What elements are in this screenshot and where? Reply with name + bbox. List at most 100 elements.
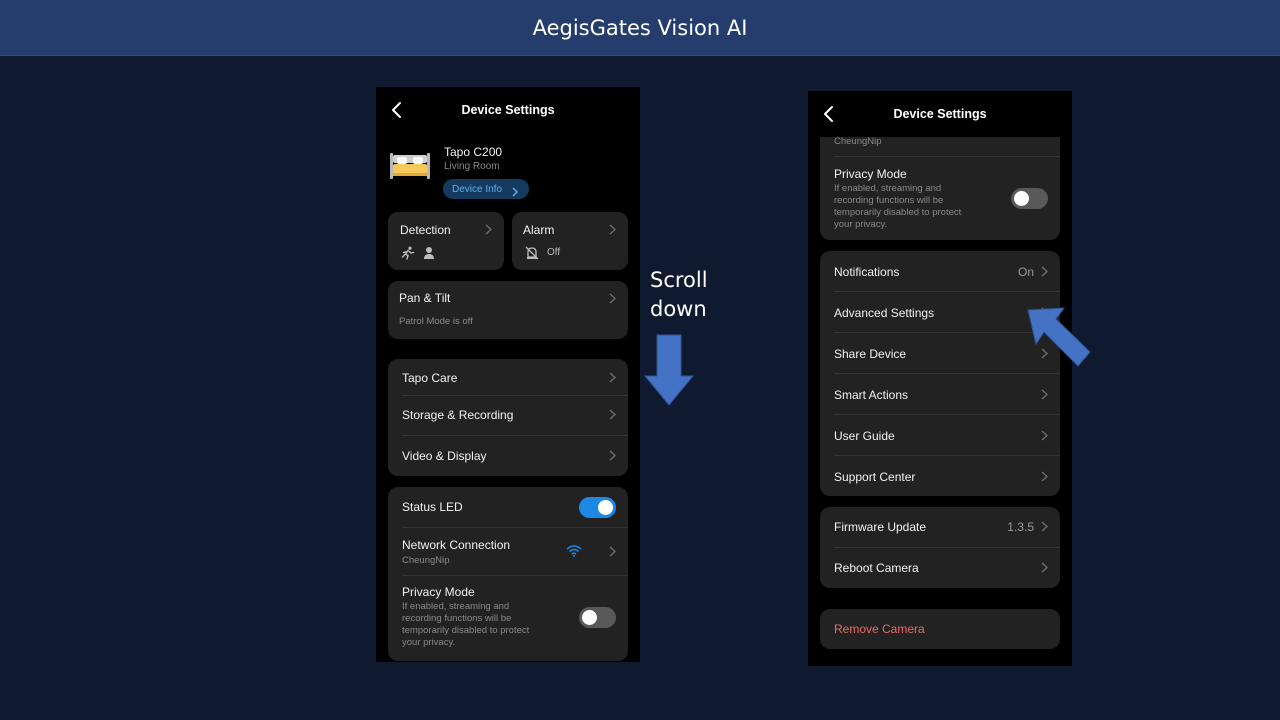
menu-item-value: On — [1017, 265, 1034, 279]
menu-item-advanced-settings[interactable]: Advanced Settings — [820, 292, 1060, 333]
privacy-mode-label: Privacy Mode — [402, 585, 475, 599]
firmware-update-row[interactable]: Firmware Update 1.3.5 — [820, 507, 1060, 547]
menu-item-storage-recording[interactable]: Storage & Recording — [388, 396, 628, 434]
header-banner: AegisGates Vision AI — [0, 0, 1280, 56]
menu-item-label: Video & Display — [402, 449, 487, 463]
privacy-description-line: your privacy. — [834, 219, 888, 230]
menu-item-user-guide[interactable]: User Guide — [820, 415, 1060, 456]
pan-tilt-card[interactable]: Pan & Tilt Patrol Mode is off — [388, 281, 628, 339]
menu-item-label: User Guide — [834, 428, 895, 443]
privacy-description-line: If enabled, streaming and — [834, 183, 942, 194]
settings-menu-card: Notifications On Advanced Settings Share… — [820, 251, 1060, 496]
arrow-down-icon — [643, 334, 695, 406]
pointer-arrow-icon — [1026, 306, 1092, 368]
privacy-description-line: recording functions will be — [834, 195, 944, 206]
privacy-description-line: temporarily disabled to protect — [402, 625, 530, 636]
reboot-camera-label: Reboot Camera — [834, 561, 919, 575]
toggle-knob — [1014, 191, 1029, 206]
firmware-version: 1.3.5 — [1007, 520, 1034, 534]
settings-menu-card: Tapo Care Storage & Recording Video & Di… — [388, 359, 628, 476]
pan-tilt-label: Pan & Tilt — [399, 291, 451, 305]
annotation-line: down — [650, 297, 707, 321]
device-name: Tapo C200 — [444, 145, 503, 159]
chevron-left-icon[interactable] — [390, 101, 404, 119]
chevron-right-icon — [609, 409, 616, 420]
running-person-icon — [401, 246, 415, 265]
device-info-label: Device Info — [452, 183, 503, 195]
privacy-mode-toggle[interactable] — [1011, 188, 1048, 209]
firmware-update-label: Firmware Update — [834, 520, 927, 534]
phone-screenshot-right: Device Settings CheungNip Privacy Mode I… — [808, 91, 1072, 666]
page-title: Device Settings — [893, 107, 987, 121]
menu-item-label: Smart Actions — [834, 387, 909, 402]
network-label: Network Connection — [402, 538, 511, 552]
pan-tilt-sub: Patrol Mode is off — [399, 316, 473, 327]
device-info-button[interactable]: Device Info — [443, 179, 529, 199]
chevron-right-icon — [609, 293, 616, 304]
remove-camera-label: Remove Camera — [834, 622, 925, 636]
chevron-right-icon — [1041, 266, 1048, 277]
phone-screenshot-left: Device Settings Tapo C200 Living Room De… — [376, 87, 640, 662]
detection-card[interactable]: Detection — [388, 212, 504, 270]
network-ssid: CheungNip — [402, 555, 450, 566]
divider — [834, 156, 1060, 157]
alarm-card[interactable]: Alarm Off — [512, 212, 628, 270]
chevron-right-icon — [1041, 471, 1048, 482]
chevron-right-icon — [1041, 389, 1048, 400]
alarm-label: Alarm — [523, 223, 555, 237]
nav-bar: Device Settings — [376, 87, 640, 133]
bed-icon — [389, 151, 431, 181]
toggle-knob — [582, 610, 597, 625]
privacy-mode-description: If enabled, streaming and recording func… — [834, 183, 994, 231]
menu-item-label: Support Center — [834, 469, 916, 484]
network-ssid-partial: CheungNip — [834, 136, 882, 147]
person-icon — [423, 246, 435, 265]
privacy-mode-row: Privacy Mode If enabled, streaming and r… — [388, 576, 628, 661]
privacy-mode-description: If enabled, streaming and recording func… — [402, 601, 562, 649]
menu-item-label: Notifications — [834, 264, 900, 279]
chevron-right-icon — [512, 184, 518, 202]
privacy-mode-toggle[interactable] — [579, 607, 616, 628]
privacy-description-line: If enabled, streaming and — [402, 601, 510, 612]
menu-item-smart-actions[interactable]: Smart Actions — [820, 374, 1060, 415]
privacy-mode-label: Privacy Mode — [834, 167, 907, 181]
chevron-right-icon — [1041, 430, 1048, 441]
status-led-label: Status LED — [402, 500, 463, 514]
banner-title: AegisGates Vision AI — [532, 15, 748, 40]
nav-bar: Device Settings — [808, 91, 1072, 137]
menu-item-video-display[interactable]: Video & Display — [388, 437, 628, 475]
menu-item-label: Advanced Settings — [834, 305, 935, 320]
annotation-line: Scroll — [650, 268, 708, 292]
scroll-down-annotation: Scroll down — [650, 266, 708, 324]
privacy-description-line: your privacy. — [402, 637, 456, 648]
alarm-status: Off — [547, 247, 561, 258]
menu-item-support-center[interactable]: Support Center — [820, 456, 1060, 496]
menu-item-notifications[interactable]: Notifications On — [820, 251, 1060, 292]
menu-item-share-device[interactable]: Share Device — [820, 333, 1060, 374]
menu-item-label: Share Device — [834, 346, 907, 361]
chevron-right-icon — [1041, 562, 1048, 573]
chevron-right-icon — [485, 224, 492, 235]
menu-item-label: Tapo Care — [402, 371, 458, 385]
remove-camera-button[interactable]: Remove Camera — [820, 609, 1060, 649]
reboot-camera-row[interactable]: Reboot Camera — [820, 548, 1060, 588]
device-room: Living Room — [444, 161, 500, 172]
menu-item-label: Storage & Recording — [402, 408, 514, 422]
chevron-right-icon — [609, 450, 616, 461]
page-title: Device Settings — [461, 103, 555, 117]
chevron-right-icon — [609, 372, 616, 383]
wifi-icon — [566, 544, 582, 562]
chevron-left-icon[interactable] — [822, 105, 836, 123]
detection-label: Detection — [400, 223, 451, 237]
chevron-right-icon — [609, 546, 616, 557]
maintenance-card: Firmware Update 1.3.5 Reboot Camera — [820, 507, 1060, 588]
alarm-off-icon — [525, 246, 539, 265]
device-options-card: Status LED Network Connection CheungNip … — [388, 487, 628, 661]
network-connection-row[interactable]: Network Connection CheungNip — [388, 528, 628, 575]
menu-item-tapo-care[interactable]: Tapo Care — [388, 359, 628, 397]
status-led-toggle[interactable] — [579, 497, 616, 518]
chevron-right-icon — [609, 224, 616, 235]
privacy-description-line: recording functions will be — [402, 613, 512, 624]
privacy-description-line: temporarily disabled to protect — [834, 207, 962, 218]
toggle-knob — [598, 500, 613, 515]
